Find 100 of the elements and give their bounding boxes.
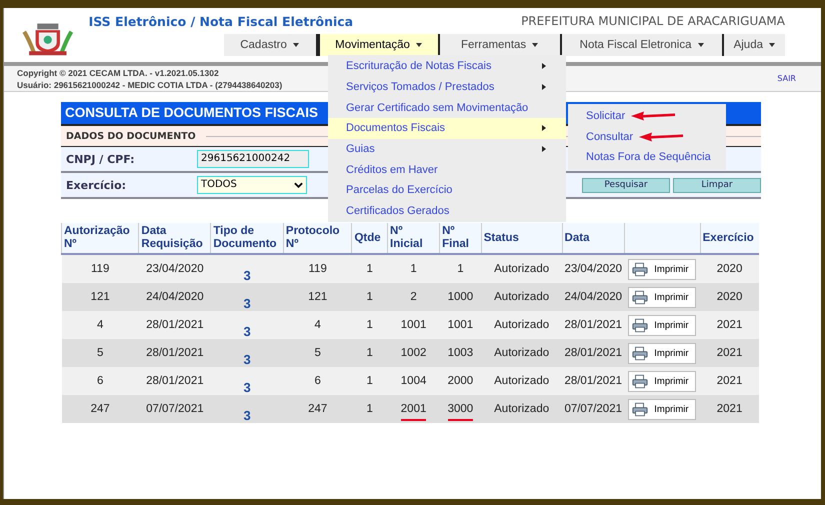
- table-cell: 1: [366, 319, 373, 331]
- copyright-text: Copyright © 2021 CECAM LTDA. - v1.2021.05.1302: [17, 66, 220, 78]
- table-cell: 1: [366, 403, 373, 415]
- document-type-link[interactable]: 3: [243, 408, 251, 422]
- column-header: Data: [564, 232, 590, 244]
- submenu-item[interactable]: Notas Fora de Sequência: [586, 151, 711, 164]
- submenu-item[interactable]: Consultar: [586, 130, 634, 143]
- table-cell: 1: [366, 347, 373, 359]
- caret-icon: [416, 43, 422, 47]
- printer-icon: [632, 318, 648, 332]
- column-header: Protocolo Nº: [286, 225, 340, 250]
- logout-link[interactable]: SAIR: [777, 74, 796, 83]
- document-type-link[interactable]: 3: [243, 380, 251, 394]
- table-cell: 1: [366, 375, 373, 387]
- table-cell: 5: [96, 347, 104, 359]
- caret-icon: [532, 43, 538, 47]
- printer-icon: [632, 346, 648, 360]
- document-type-link[interactable]: 3: [243, 324, 251, 338]
- column-header: Autorização Nº: [64, 225, 130, 250]
- table-cell: 2021: [716, 403, 742, 415]
- print-button[interactable]: Imprimir: [628, 370, 696, 392]
- table-cell: 1002: [400, 347, 426, 359]
- caret-icon: [698, 43, 704, 47]
- table-cell: 2020: [716, 291, 742, 303]
- field-label: Exercício:: [66, 178, 128, 192]
- table-cell: 2021: [716, 375, 742, 387]
- printer-icon: [632, 262, 648, 276]
- column-header: Exercício: [702, 232, 754, 244]
- print-button[interactable]: Imprimir: [628, 258, 696, 280]
- table-cell: 2021: [716, 319, 742, 331]
- submenu-arrow-icon: [542, 146, 546, 152]
- table-cell: 2001: [400, 403, 426, 421]
- column-header: Data Requisição: [141, 225, 203, 250]
- column-header: Nº Final: [442, 225, 469, 250]
- table-cell: Autorizado: [494, 403, 550, 415]
- table-cell: 6: [314, 375, 321, 387]
- user-info: Usuário: 29615621000242 - MEDIC COTIA LTDA - (2794438640203): [17, 78, 282, 90]
- document-type-link[interactable]: 3: [243, 296, 251, 310]
- document-type-link[interactable]: 3: [243, 352, 251, 366]
- menu-item[interactable]: Serviços Tomados / Prestados: [328, 76, 566, 98]
- municipality-name: PREFEITURA MUNICIPAL DE ARACARIGUAMA: [521, 14, 785, 29]
- table-cell: 4: [314, 319, 321, 331]
- table-cell: 2: [410, 291, 417, 303]
- print-button[interactable]: Imprimir: [628, 286, 696, 308]
- submenu-arrow-icon: [542, 125, 546, 132]
- table-cell: 3000: [448, 403, 474, 421]
- clear-button[interactable]: Limpar: [673, 178, 761, 192]
- table-cell: 119: [91, 263, 110, 275]
- table-cell: Autorizado: [494, 375, 550, 387]
- table-cell: Autorizado: [494, 291, 550, 303]
- site-title: ISS Eletrônico / Nota Fiscal Eletrônica: [88, 14, 354, 29]
- table-cell: 247: [308, 403, 328, 415]
- submenu-item[interactable]: Solicitar: [586, 110, 626, 122]
- year-dropdown[interactable]: TODOS: [197, 176, 307, 194]
- section-heading: DADOS DO DOCUMENTO: [66, 130, 196, 142]
- table-cell: 121: [90, 291, 110, 303]
- cnpj-field[interactable]: 29615621000242: [197, 150, 309, 168]
- menu-item[interactable]: Escrituração de Notas Fiscais: [328, 56, 566, 77]
- print-button[interactable]: Imprimir: [628, 398, 696, 420]
- column-header: Status: [484, 232, 519, 244]
- table-cell: 1004: [400, 375, 426, 387]
- print-button[interactable]: Imprimir: [628, 342, 696, 364]
- menu-item[interactable]: Certificados Gerados: [328, 200, 566, 222]
- table-cell: 1: [410, 263, 417, 275]
- printer-icon: [632, 374, 648, 388]
- menu-item[interactable]: Créditos em Haver: [328, 159, 566, 180]
- table-cell: 6: [96, 375, 104, 387]
- table-cell: 247: [90, 403, 110, 415]
- document-type-link[interactable]: 3: [243, 268, 251, 282]
- table-cell: 1001: [400, 319, 426, 331]
- table-cell: 2000: [448, 375, 474, 387]
- table-cell: 1000: [448, 291, 474, 303]
- table-cell: 24/04/2020: [146, 291, 204, 303]
- search-button[interactable]: Pesquisar: [582, 178, 670, 192]
- table-cell: 28/01/2021: [146, 375, 204, 387]
- menu-item[interactable]: Guias: [328, 138, 566, 160]
- caret-icon: [292, 43, 299, 47]
- table-cell: 07/07/2021: [146, 403, 204, 415]
- table-cell: 119: [308, 263, 327, 275]
- menu-item[interactable]: Documentos Fiscais: [328, 118, 566, 139]
- table-cell: Autorizado: [494, 319, 550, 331]
- nav-menu-item[interactable]: Movimentação: [318, 34, 440, 56]
- table-cell: 1: [366, 291, 373, 303]
- table-cell: 1003: [448, 347, 474, 359]
- table-cell: Autorizado: [494, 347, 550, 359]
- table-cell: 5: [314, 347, 321, 359]
- table-cell: 1001: [448, 319, 474, 331]
- caret-icon: [769, 43, 775, 47]
- table-cell: 2020: [716, 263, 742, 275]
- print-button[interactable]: Imprimir: [628, 314, 696, 336]
- table-cell: 23/04/2020: [146, 263, 204, 275]
- table-cell: 2021: [716, 347, 742, 359]
- nav-menu-item[interactable]: Ajuda: [724, 34, 785, 56]
- table-cell: Autorizado: [494, 263, 550, 275]
- printer-icon: [632, 402, 648, 416]
- table-cell: 121: [308, 291, 328, 303]
- column-header: Nº Inicial: [390, 225, 423, 250]
- menu-item[interactable]: Parcelas do Exercício: [328, 180, 566, 201]
- table-cell: 28/01/2021: [564, 347, 622, 359]
- table-cell: 28/01/2021: [564, 319, 622, 331]
